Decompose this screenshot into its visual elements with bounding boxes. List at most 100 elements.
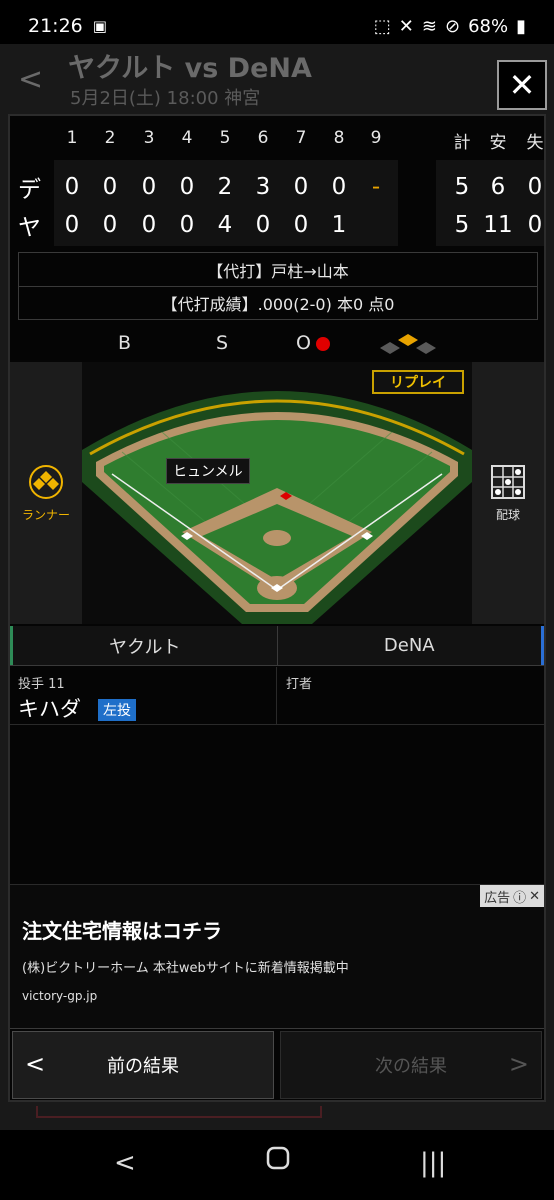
total-score: 0: [527, 212, 543, 238]
game-datetime: 5月2日(土) 18:00 神宮: [70, 88, 261, 109]
tab-home-team[interactable]: ヤクルト: [10, 626, 278, 665]
scoreboard: 1 2 3 4 5 6 7 8 9 計安失デ 0 0 0 0 2 3 0 0-5 6 0 ヤ 0 0 0 0 4 0 0 1 5 11 0: [10, 126, 544, 246]
ball-strike-out-count: B S O: [10, 330, 544, 360]
inning-score: 0: [141, 174, 157, 200]
battery-icon: ▮: [516, 15, 526, 37]
batter-role: 打者: [286, 677, 313, 692]
totals-header: 失: [526, 133, 544, 153]
next-result-label: 次の結果: [375, 1056, 447, 1077]
close-button[interactable]: ✕: [497, 60, 547, 110]
base-diamond-icon: [380, 334, 436, 354]
inning-score: [360, 206, 392, 244]
totals-header: 安: [489, 133, 507, 153]
total-score: 5: [454, 212, 470, 238]
system-recents-icon[interactable]: |||: [420, 1148, 446, 1178]
runner-button[interactable]: ランナー: [10, 362, 82, 624]
pitcher-hand-badge: 左投: [98, 699, 136, 721]
strike-label: S: [216, 332, 229, 354]
ad-tag[interactable]: 広告 ⓘ ✕: [480, 885, 544, 907]
inning-score: 0: [255, 212, 271, 238]
inning-header: 6: [257, 128, 269, 148]
ad-close-icon[interactable]: ✕: [529, 889, 540, 904]
close-icon: ✕: [508, 66, 536, 104]
inning-header: 9: [370, 128, 382, 148]
ad-description: (株)ビクトリーホーム 本社webサイトに新着情報掲載中: [22, 961, 349, 976]
inning-header: 4: [181, 128, 193, 148]
inning-score: 0: [64, 212, 80, 238]
battery-percent: 68%: [468, 15, 509, 37]
ad-label: 広告: [484, 890, 511, 906]
chevron-left-icon: <: [25, 1050, 46, 1078]
pinch-hitter-change: 【代打】戸柱→山本: [207, 261, 349, 281]
inning-score: 0: [102, 174, 118, 200]
pitch-chart-label: 配球: [495, 507, 520, 522]
ad-banner[interactable]: 広告 ⓘ ✕ 注文住宅情報はコチラ (株)ビクトリーホーム 本社webサイトに新…: [10, 884, 544, 1028]
chevron-right-icon: >: [508, 1050, 529, 1078]
replay-button[interactable]: リプレイ: [372, 370, 464, 394]
inning-score: 4: [217, 212, 233, 238]
team-abbrev: ヤ: [18, 215, 41, 241]
result-navigation: < 前の結果 次の結果 >: [10, 1028, 544, 1100]
field-view: ランナー リプレイ ヒュンメル 配球: [10, 362, 544, 624]
pitcher-name: キハダ: [18, 697, 81, 721]
system-home-icon[interactable]: [266, 1146, 290, 1177]
inning-score: 0: [64, 174, 80, 200]
next-result-button[interactable]: 次の結果 >: [280, 1031, 542, 1099]
inning-score: 0: [293, 174, 309, 200]
notification-icon: ▣: [92, 17, 107, 35]
ad-info-icon[interactable]: ⓘ: [513, 887, 526, 906]
wifi-icon: ≋: [421, 15, 437, 37]
inning-score: 0: [293, 212, 309, 238]
fielder-name-tag: ヒュンメル: [166, 458, 250, 484]
pitcher-role: 投手 11: [18, 677, 65, 692]
inning-score: 0: [102, 212, 118, 238]
inning-header: 1: [66, 128, 78, 148]
team-abbrev: デ: [18, 177, 41, 203]
inning-score: 0: [331, 174, 347, 200]
background-bar: [36, 1106, 322, 1118]
play-detail-modal: 1 2 3 4 5 6 7 8 9 計安失デ 0 0 0 0 2 3 0 0-5 6 0 ヤ 0 0 0 0 4 0 0 1 5 11 0 【…: [8, 114, 546, 1102]
baseball-field: [82, 362, 472, 624]
game-title: ヤクルト vs DeNA: [68, 53, 312, 84]
total-score: 5: [454, 174, 470, 200]
inning-header: 2: [104, 128, 116, 148]
total-score: 0: [527, 174, 543, 200]
block-icon: ⊘: [444, 15, 461, 37]
mute-icon: ✕: [398, 15, 414, 37]
ad-title[interactable]: 注文住宅情報はコチラ: [22, 915, 222, 944]
lock-icon: ⬚: [373, 15, 391, 37]
prev-result-label: 前の結果: [107, 1056, 179, 1077]
tab-away-team[interactable]: DeNA: [277, 626, 544, 665]
system-navigation-bar: < |||: [0, 1130, 554, 1200]
team-tabs: ヤクルト DeNA: [10, 626, 544, 666]
runner-label: ランナー: [21, 507, 70, 522]
pitch-chart-button[interactable]: 配球: [472, 362, 544, 624]
inning-score: -: [371, 174, 381, 200]
ad-url[interactable]: victory-gp.jp: [22, 989, 97, 1003]
system-back-icon[interactable]: <: [114, 1148, 136, 1178]
pinch-hitter-info: 【代打】戸柱→山本 【代打成績】.000(2-0) 本0 点0: [18, 252, 538, 320]
prev-result-button[interactable]: < 前の結果: [12, 1031, 274, 1099]
runner-icon: [29, 464, 63, 499]
total-score: 11: [483, 212, 513, 238]
inning-score: 0: [179, 212, 195, 238]
inning-header: 3: [143, 128, 155, 148]
ball-label: B: [118, 332, 132, 354]
inning-score: 2: [217, 174, 233, 200]
pinch-hitter-stats: 【代打成績】.000(2-0) 本0 点0: [19, 286, 537, 319]
inning-score: 0: [179, 174, 195, 200]
inning-header: 8: [333, 128, 345, 148]
matchup-panel: 投手 11 キハダ 左投 打者: [10, 667, 544, 725]
pitcher-info: 投手 11 キハダ 左投: [10, 667, 277, 725]
clock: 21:26: [28, 15, 83, 37]
out-indicator: [316, 337, 330, 351]
status-icons: ⬚ ✕ ≋ ⊘ 68% ▮: [374, 16, 526, 37]
total-score: 6: [490, 174, 506, 200]
pitch-grid-icon: [491, 464, 525, 499]
inning-header: 5: [219, 128, 231, 148]
totals-header: 計: [453, 133, 471, 153]
inning-score: 3: [255, 174, 271, 200]
back-arrow-icon: <: [18, 62, 44, 97]
out-label: O: [296, 332, 311, 354]
background-header: < ヤクルト vs DeNA 5月2日(土) 18:00 神宮: [0, 44, 554, 114]
